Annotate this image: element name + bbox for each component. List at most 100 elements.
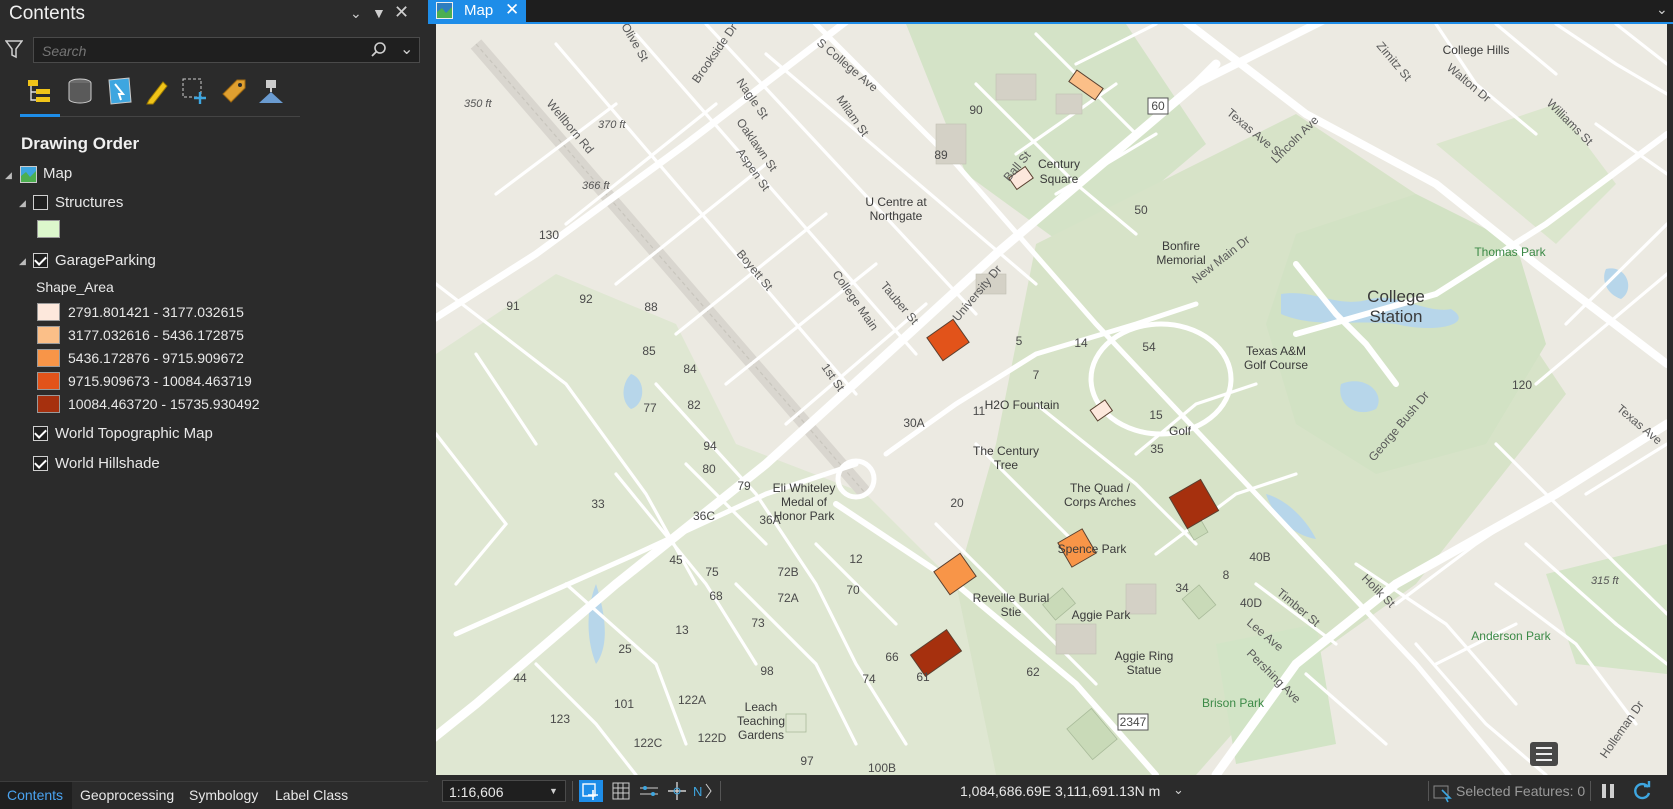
layer-name-structures[interactable]: Structures — [55, 194, 123, 211]
class-swatch-4[interactable] — [37, 372, 60, 390]
place-label: Bonfire Memorial — [1156, 239, 1205, 267]
place-label: The Quad / Corps Arches — [1064, 481, 1136, 509]
basemap-svg[interactable]: 350 ft 370 ft 366 ft 315 ft Wellborn Rd … — [436, 24, 1667, 775]
place-label: Spence Park — [1058, 542, 1128, 556]
divider — [1428, 781, 1429, 801]
building-number-label: 79 — [737, 479, 751, 493]
layer-name-world-topographic-map[interactable]: World Topographic Map — [55, 425, 213, 442]
building-number-label: 120 — [1512, 378, 1532, 392]
tab-contents[interactable]: Contents — [7, 787, 63, 803]
constraints-icon[interactable] — [666, 780, 688, 807]
layer-name-garageparking[interactable]: GarageParking — [55, 252, 156, 269]
building-number-label: 36A — [759, 513, 780, 527]
building-number-label: 36C — [693, 509, 715, 523]
list-by-editing-icon[interactable] — [143, 76, 171, 105]
grid-icon[interactable] — [610, 780, 632, 807]
world-topographic-visibility-checkbox[interactable] — [33, 426, 48, 441]
divider — [720, 781, 721, 801]
chevron-down-icon: ▼ — [549, 786, 558, 796]
building-number-label: 7 — [1033, 368, 1040, 382]
tab-label-class[interactable]: Label Class — [275, 787, 348, 803]
elevation-label: 370 ft — [598, 119, 626, 131]
pin-icon[interactable]: ▼ — [372, 5, 386, 21]
tab-symbology[interactable]: Symbology — [189, 787, 258, 803]
building-number-label: 14 — [1074, 336, 1088, 350]
building-number-label: 122C — [634, 736, 663, 750]
structures-visibility-checkbox[interactable] — [33, 195, 48, 210]
place-label: College Hills — [1443, 43, 1510, 57]
building-number-label: 85 — [642, 344, 656, 358]
map-tab-icon — [436, 2, 453, 24]
building-number-label: 11 — [973, 404, 986, 418]
scale-dropdown[interactable]: 1:16,606 ▼ — [442, 780, 566, 802]
class-swatch-1[interactable] — [37, 303, 60, 321]
list-by-source-icon[interactable] — [65, 76, 93, 104]
garageparking-visibility-checkbox[interactable] — [33, 253, 48, 268]
building-number-label: 30A — [903, 416, 924, 430]
building-number-label: 12 — [849, 552, 863, 566]
filter-icon[interactable] — [4, 38, 24, 65]
building-number-label: 45 — [669, 553, 683, 567]
search-input[interactable] — [40, 42, 364, 60]
highway-shield: 2347 — [1117, 713, 1149, 731]
selected-features-icon[interactable] — [1432, 781, 1454, 808]
tab-list-chevron-icon[interactable]: ⌄ — [1656, 1, 1668, 18]
building-number-label: 25 — [618, 642, 632, 656]
selected-features-count: Selected Features: 0 — [1456, 783, 1586, 799]
building-number-label: 80 — [702, 462, 716, 476]
building-number-label: 13 — [675, 623, 689, 637]
map-navigator-button[interactable] — [579, 780, 603, 802]
map-overview-icon[interactable] — [1530, 742, 1558, 766]
search-options-chevron-icon[interactable]: ⌄ — [400, 39, 413, 59]
divider — [572, 781, 573, 801]
pause-drawing-icon[interactable] — [1598, 781, 1618, 806]
north-arrow-icon[interactable]: N — [692, 780, 714, 807]
scale-value: 1:16,606 — [449, 784, 504, 800]
building-number-label: 72B — [777, 565, 798, 579]
building-number-label: 88 — [644, 300, 658, 314]
expand-structures-triangle-icon[interactable]: ◢ — [19, 198, 26, 209]
search-box[interactable]: ⌄ — [33, 37, 420, 63]
class-swatch-5[interactable] — [37, 395, 60, 413]
snapping-icon[interactable] — [638, 780, 660, 807]
list-by-selection-icon[interactable] — [105, 76, 133, 105]
expand-map-triangle-icon[interactable]: ◢ — [5, 170, 12, 181]
map-name[interactable]: Map — [43, 165, 72, 182]
tab-map[interactable]: Map ✕ — [428, 0, 526, 22]
layer-name-world-hillshade[interactable]: World Hillshade — [55, 455, 160, 472]
pane-options-chevron-icon[interactable]: ⌄ — [350, 5, 362, 22]
search-icon[interactable] — [370, 41, 388, 64]
world-hillshade-visibility-checkbox[interactable] — [33, 456, 48, 471]
list-by-perspective-imagery-icon[interactable] — [256, 76, 284, 104]
map-view-tab-bar: Map ✕ ⌄ — [428, 0, 1673, 24]
pane-tab-strip: Contents Geoprocessing Symbology Label C… — [0, 781, 428, 809]
park-label: Thomas Park — [1474, 245, 1546, 259]
building-number-label: 92 — [579, 292, 593, 306]
class-label-4: 9715.909673 - 10084.463719 — [68, 373, 252, 389]
map-canvas[interactable]: 350 ft 370 ft 366 ft 315 ft Wellborn Rd … — [436, 24, 1667, 775]
pane-splitter[interactable] — [428, 0, 436, 808]
expand-garageparking-triangle-icon[interactable]: ◢ — [19, 256, 26, 267]
building-number-label: 8 — [1223, 568, 1230, 582]
park-label: Brison Park — [1202, 696, 1265, 710]
elevation-label: 350 ft — [464, 98, 492, 110]
list-by-labeling-icon[interactable] — [219, 76, 247, 104]
refresh-icon[interactable] — [1631, 780, 1653, 807]
close-icon[interactable]: ✕ — [394, 2, 409, 23]
building-number-label: 34 — [1175, 581, 1189, 595]
class-swatch-3[interactable] — [37, 349, 60, 367]
list-by-snapping-icon[interactable] — [180, 76, 208, 104]
coordinate-units-chevron-icon[interactable]: ⌄ — [1173, 782, 1184, 798]
building-number-label: 91 — [506, 299, 520, 313]
building-number-label: 82 — [687, 398, 701, 412]
close-tab-icon[interactable]: ✕ — [505, 0, 519, 20]
building-number-label: 75 — [705, 565, 719, 579]
structures-symbol-swatch[interactable] — [37, 220, 60, 238]
tab-geoprocessing[interactable]: Geoprocessing — [80, 787, 174, 803]
elevation-label: 366 ft — [582, 180, 610, 192]
class-swatch-2[interactable] — [37, 326, 60, 344]
list-by-drawing-order-icon[interactable] — [26, 76, 54, 104]
highway-shield-label: 2347 — [1120, 715, 1147, 729]
building-number-label: 100B — [868, 761, 896, 775]
building-number-label: 66 — [885, 650, 899, 664]
